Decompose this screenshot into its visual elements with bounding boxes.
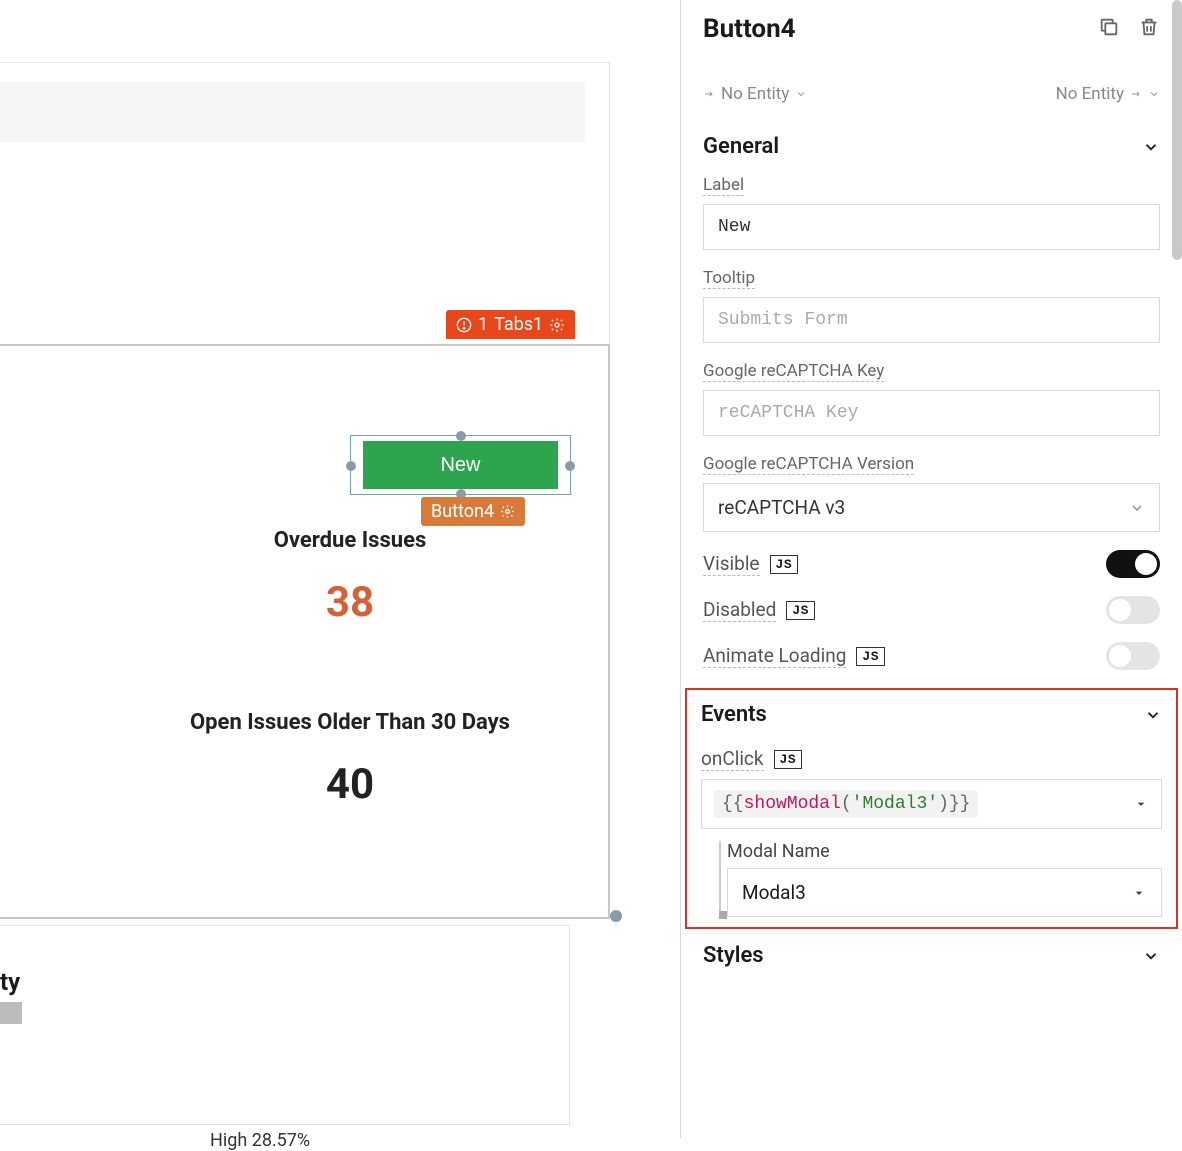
caret-down-icon[interactable] — [1133, 796, 1149, 812]
recaptcha-version-value: reCAPTCHA v3 — [718, 496, 845, 519]
caret-down-icon — [1131, 885, 1147, 901]
chevron-down-icon — [1129, 500, 1145, 516]
tabs1-count: 1 — [478, 314, 488, 335]
metric2-value: 40 — [0, 760, 700, 809]
metric2-label: Open Issues Older Than 30 Days — [0, 710, 700, 735]
visible-toggle[interactable] — [1106, 550, 1160, 578]
gear-icon[interactable] — [549, 317, 565, 333]
modal-name-select[interactable]: Modal3 — [727, 868, 1162, 917]
section-general-label: General — [703, 134, 779, 159]
label-field-label: Label — [703, 175, 744, 196]
arrow-right-icon — [703, 88, 715, 100]
modal-name-value: Modal3 — [742, 881, 806, 904]
gear-icon[interactable] — [500, 504, 515, 519]
chevron-down-icon — [1142, 947, 1160, 965]
section-events-label: Events — [701, 702, 767, 727]
section-styles-label: Styles — [703, 943, 764, 968]
new-button[interactable]: New — [363, 441, 558, 489]
entity-incoming-label: No Entity — [721, 84, 789, 104]
label-input[interactable] — [703, 204, 1160, 250]
scrollbar[interactable] — [1172, 0, 1182, 260]
chevron-down-icon — [1144, 706, 1162, 724]
js-badge[interactable]: JS — [770, 555, 799, 574]
button4-tag[interactable]: Button4 — [421, 497, 525, 526]
canvas-top-inner — [0, 82, 585, 142]
button4-tag-label: Button4 — [431, 501, 494, 522]
onclick-code-input[interactable]: {{showModal('Modal3')}} — [701, 779, 1162, 829]
canvas-area: 1 Tabs1 New Button4 Overdue Issues 38 Op… — [0, 0, 680, 1138]
new-button-label: New — [440, 454, 480, 477]
copy-icon[interactable] — [1098, 16, 1120, 42]
entity-incoming[interactable]: No Entity — [703, 84, 807, 104]
js-badge[interactable]: JS — [774, 750, 803, 769]
high-fragment: High 28.57% — [210, 1130, 310, 1151]
visible-label: Visible — [703, 552, 760, 576]
chevron-down-icon — [795, 88, 807, 100]
recaptcha-key-input[interactable] — [703, 390, 1160, 436]
modal-name-label: Modal Name — [725, 841, 1162, 862]
tooltip-field-label: Tooltip — [703, 268, 755, 289]
recaptcha-version-select[interactable]: reCAPTCHA v3 — [703, 483, 1160, 532]
animate-label: Animate Loading — [703, 644, 846, 668]
resize-handle[interactable] — [610, 910, 622, 922]
selection-handle-top[interactable] — [456, 431, 466, 441]
section-styles[interactable]: Styles — [703, 943, 1160, 968]
tooltip-input[interactable] — [703, 297, 1160, 343]
js-badge[interactable]: JS — [786, 601, 815, 620]
events-section-highlight: Events onClick JS {{showModal('Modal3')}… — [685, 688, 1178, 929]
arrow-right-icon — [1130, 88, 1142, 100]
bar-fragment — [0, 1002, 22, 1024]
metric1-value: 38 — [0, 578, 700, 627]
chevron-down-icon — [1148, 88, 1160, 100]
onclick-label: onClick — [701, 747, 764, 771]
entity-outgoing[interactable]: No Entity — [1056, 84, 1160, 104]
onclick-code: {{showModal('Modal3')}} — [714, 790, 978, 818]
selection-handle-left[interactable] — [346, 461, 356, 471]
disabled-toggle[interactable] — [1106, 596, 1160, 624]
canvas-main-container — [0, 344, 610, 919]
delete-icon[interactable] — [1138, 16, 1160, 42]
properties-panel: Button4 No Entity No Entity General Labe… — [680, 0, 1182, 1138]
entity-outgoing-label: No Entity — [1056, 84, 1124, 104]
canvas-bottom-container — [0, 925, 570, 1125]
panel-title: Button4 — [703, 14, 796, 44]
metric1-label: Overdue Issues — [0, 528, 700, 553]
disabled-label: Disabled — [703, 598, 776, 622]
recaptcha-version-label: Google reCAPTCHA Version — [703, 454, 914, 475]
tabs1-label: Tabs1 — [494, 314, 543, 335]
section-events[interactable]: Events — [701, 702, 1162, 727]
section-general[interactable]: General — [703, 134, 1160, 159]
selection-handle-right[interactable] — [565, 461, 575, 471]
ty-fragment: ty — [0, 968, 20, 996]
chevron-down-icon — [1142, 138, 1160, 156]
tabs1-tag[interactable]: 1 Tabs1 — [446, 310, 575, 339]
animate-toggle[interactable] — [1106, 642, 1160, 670]
warning-icon — [456, 317, 472, 333]
recaptcha-key-label: Google reCAPTCHA Key — [703, 361, 884, 382]
js-badge[interactable]: JS — [856, 647, 885, 666]
